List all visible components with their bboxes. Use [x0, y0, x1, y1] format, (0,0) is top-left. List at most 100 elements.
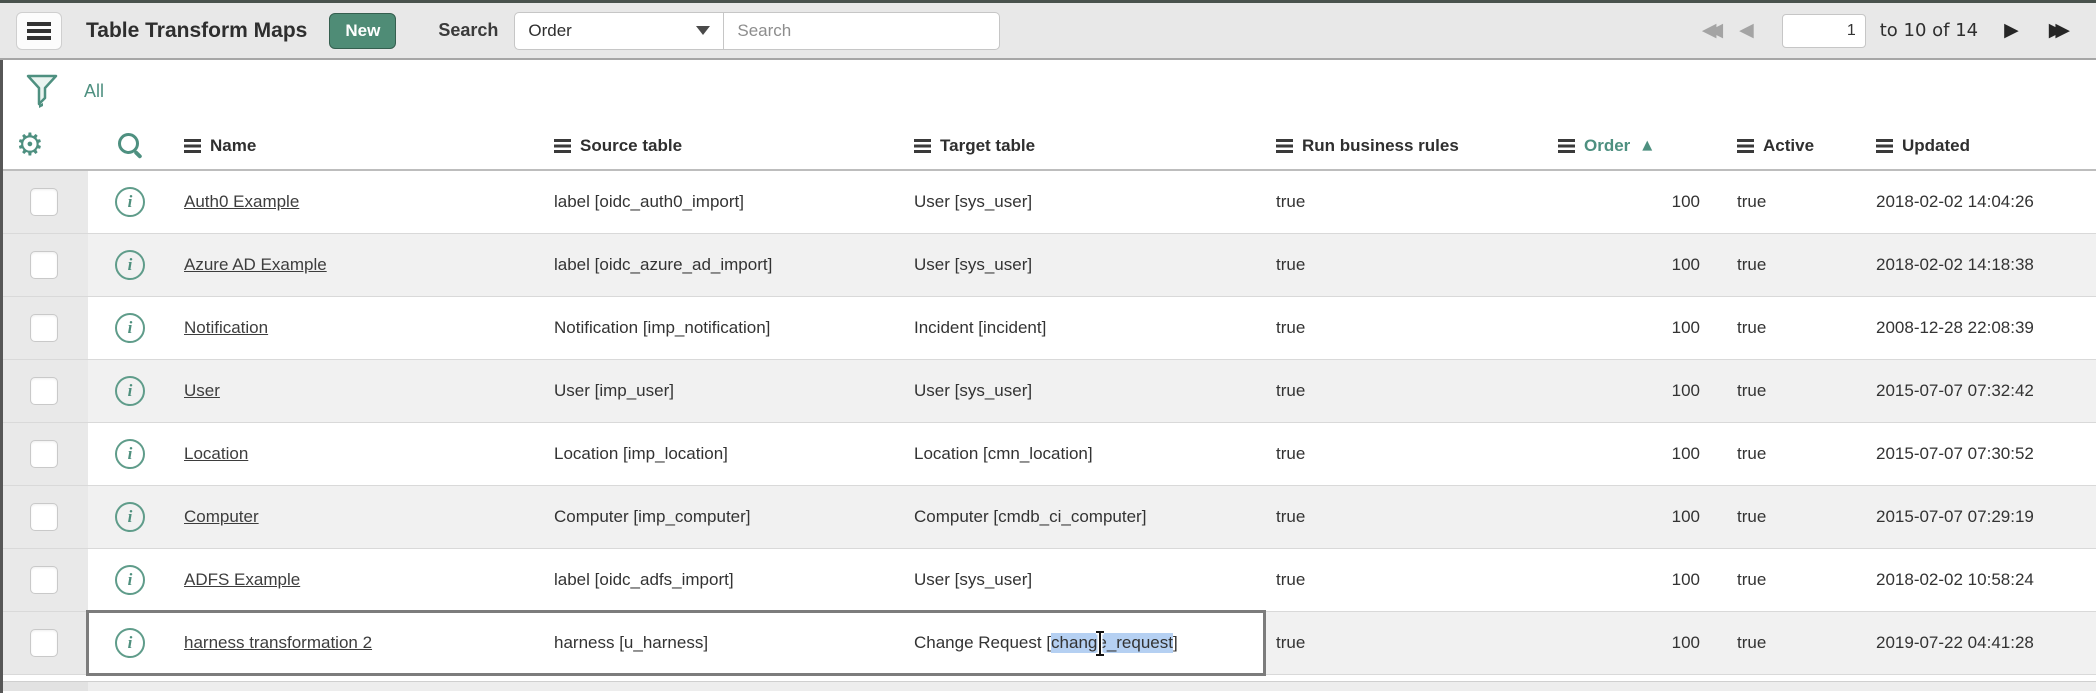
row-checkbox[interactable] [30, 377, 58, 405]
record-link[interactable]: Location [184, 444, 248, 464]
order-cell[interactable]: 100 [1546, 612, 1725, 674]
column-header-source-table[interactable]: Source table [542, 122, 902, 169]
row-checkbox[interactable] [30, 629, 58, 657]
previous-page-button[interactable]: ◀ [1739, 21, 1754, 40]
run-business-rules-cell[interactable]: true [1264, 171, 1546, 233]
table-row: i Auth0 Example label [oidc_auth0_import]U… [0, 171, 2096, 234]
target-table-cell[interactable]: Incident [incident] [902, 297, 1264, 359]
record-link[interactable]: User [184, 381, 220, 401]
updated-cell[interactable]: 2018-02-02 14:04:26 [1864, 171, 2096, 233]
run-business-rules-cell[interactable]: true [1264, 297, 1546, 359]
column-header-updated[interactable]: Updated [1864, 122, 2096, 169]
filter-funnel-icon[interactable] [26, 73, 58, 109]
record-link[interactable]: Notification [184, 318, 268, 338]
table-row: i Notification Notification [imp_notificat… [0, 297, 2096, 360]
source-table-cell[interactable]: Location [imp_location] [542, 423, 902, 485]
info-icon[interactable]: i [115, 628, 145, 658]
active-cell[interactable]: true [1725, 423, 1864, 485]
order-cell[interactable]: 100 [1546, 171, 1725, 233]
row-checkbox[interactable] [30, 566, 58, 594]
target-table-cell[interactable]: User [sys_user] [902, 549, 1264, 611]
order-cell[interactable]: 100 [1546, 234, 1725, 296]
record-link[interactable]: ADFS Example [184, 570, 300, 590]
source-table-cell[interactable]: label [oidc_auth0_import] [542, 171, 902, 233]
updated-cell[interactable]: 2018-02-02 10:58:24 [1864, 549, 2096, 611]
target-table-cell[interactable]: Change Request [change_request] [902, 612, 1264, 674]
column-header-label: Target table [940, 136, 1035, 156]
record-link[interactable]: Computer [184, 507, 259, 527]
updated-cell[interactable]: 2018-02-02 14:18:38 [1864, 234, 2096, 296]
updated-cell[interactable]: 2019-07-22 04:41:28 [1864, 612, 2096, 674]
target-table-cell[interactable]: User [sys_user] [902, 171, 1264, 233]
row-checkbox[interactable] [30, 503, 58, 531]
list-search-button[interactable] [88, 122, 172, 169]
run-business-rules-cell[interactable]: true [1264, 549, 1546, 611]
page-input[interactable] [1782, 14, 1866, 48]
info-icon[interactable]: i [115, 313, 145, 343]
active-cell[interactable]: true [1725, 612, 1864, 674]
active-cell[interactable]: true [1725, 486, 1864, 548]
column-menu-icon [914, 139, 931, 153]
first-page-button[interactable]: ◀◀ [1702, 21, 1723, 40]
breadcrumb-all[interactable]: All [84, 81, 104, 102]
order-cell[interactable]: 100 [1546, 360, 1725, 422]
target-table-cell[interactable]: Location [cmn_location] [902, 423, 1264, 485]
page-range-label: to 10 of 14 [1880, 20, 1978, 41]
record-link[interactable]: Auth0 Example [184, 192, 299, 212]
new-button[interactable]: New [329, 13, 396, 49]
row-checkbox[interactable] [30, 251, 58, 279]
search-field-select[interactable]: Order [514, 12, 724, 50]
source-table-cell[interactable]: Computer [imp_computer] [542, 486, 902, 548]
active-cell[interactable]: true [1725, 234, 1864, 296]
record-link[interactable]: Azure AD Example [184, 255, 327, 275]
column-header-active[interactable]: Active [1725, 122, 1864, 169]
source-table-cell[interactable]: harness [u_harness] [542, 612, 902, 674]
source-table-cell[interactable]: label [oidc_adfs_import] [542, 549, 902, 611]
active-cell[interactable]: true [1725, 549, 1864, 611]
info-icon[interactable]: i [115, 250, 145, 280]
list-settings-button[interactable]: ⚙ [0, 122, 88, 169]
order-cell[interactable]: 100 [1546, 423, 1725, 485]
source-table-cell[interactable]: Notification [imp_notification] [542, 297, 902, 359]
updated-cell[interactable]: 2015-07-07 07:32:42 [1864, 360, 2096, 422]
app-menu-button[interactable] [16, 12, 62, 50]
search-input[interactable] [724, 12, 1000, 50]
row-checkbox[interactable] [30, 188, 58, 216]
row-select-cell [0, 297, 88, 359]
updated-cell[interactable]: 2015-07-07 07:30:52 [1864, 423, 2096, 485]
next-page-button[interactable]: ▶ [2004, 21, 2019, 40]
order-cell[interactable]: 100 [1546, 549, 1725, 611]
row-checkbox[interactable] [30, 440, 58, 468]
target-table-cell[interactable]: User [sys_user] [902, 360, 1264, 422]
partial-row-checkbox-cell [0, 682, 88, 691]
record-link[interactable]: harness transformation 2 [184, 633, 372, 653]
column-header-order[interactable]: Order ▲ [1546, 122, 1725, 169]
target-table-cell[interactable]: User [sys_user] [902, 234, 1264, 296]
column-header-run-business-rules[interactable]: Run business rules [1264, 122, 1546, 169]
info-icon[interactable]: i [115, 187, 145, 217]
source-table-cell[interactable]: label [oidc_azure_ad_import] [542, 234, 902, 296]
source-table-cell[interactable]: User [imp_user] [542, 360, 902, 422]
last-page-button[interactable]: ▶▶ [2049, 21, 2070, 40]
active-cell[interactable]: true [1725, 360, 1864, 422]
info-icon[interactable]: i [115, 439, 145, 469]
run-business-rules-cell[interactable]: true [1264, 423, 1546, 485]
row-checkbox[interactable] [30, 314, 58, 342]
run-business-rules-cell[interactable]: true [1264, 360, 1546, 422]
run-business-rules-cell[interactable]: true [1264, 612, 1546, 674]
active-cell[interactable]: true [1725, 297, 1864, 359]
info-icon[interactable]: i [115, 502, 145, 532]
column-header-label: Active [1763, 136, 1814, 156]
run-business-rules-cell[interactable]: true [1264, 234, 1546, 296]
info-icon[interactable]: i [115, 376, 145, 406]
column-header-name[interactable]: Name [172, 122, 542, 169]
run-business-rules-cell[interactable]: true [1264, 486, 1546, 548]
target-table-cell[interactable]: Computer [cmdb_ci_computer] [902, 486, 1264, 548]
active-cell[interactable]: true [1725, 171, 1864, 233]
order-cell[interactable]: 100 [1546, 297, 1725, 359]
updated-cell[interactable]: 2008-12-28 22:08:39 [1864, 297, 2096, 359]
order-cell[interactable]: 100 [1546, 486, 1725, 548]
updated-cell[interactable]: 2015-07-07 07:29:19 [1864, 486, 2096, 548]
column-header-target-table[interactable]: Target table [902, 122, 1264, 169]
info-icon[interactable]: i [115, 565, 145, 595]
